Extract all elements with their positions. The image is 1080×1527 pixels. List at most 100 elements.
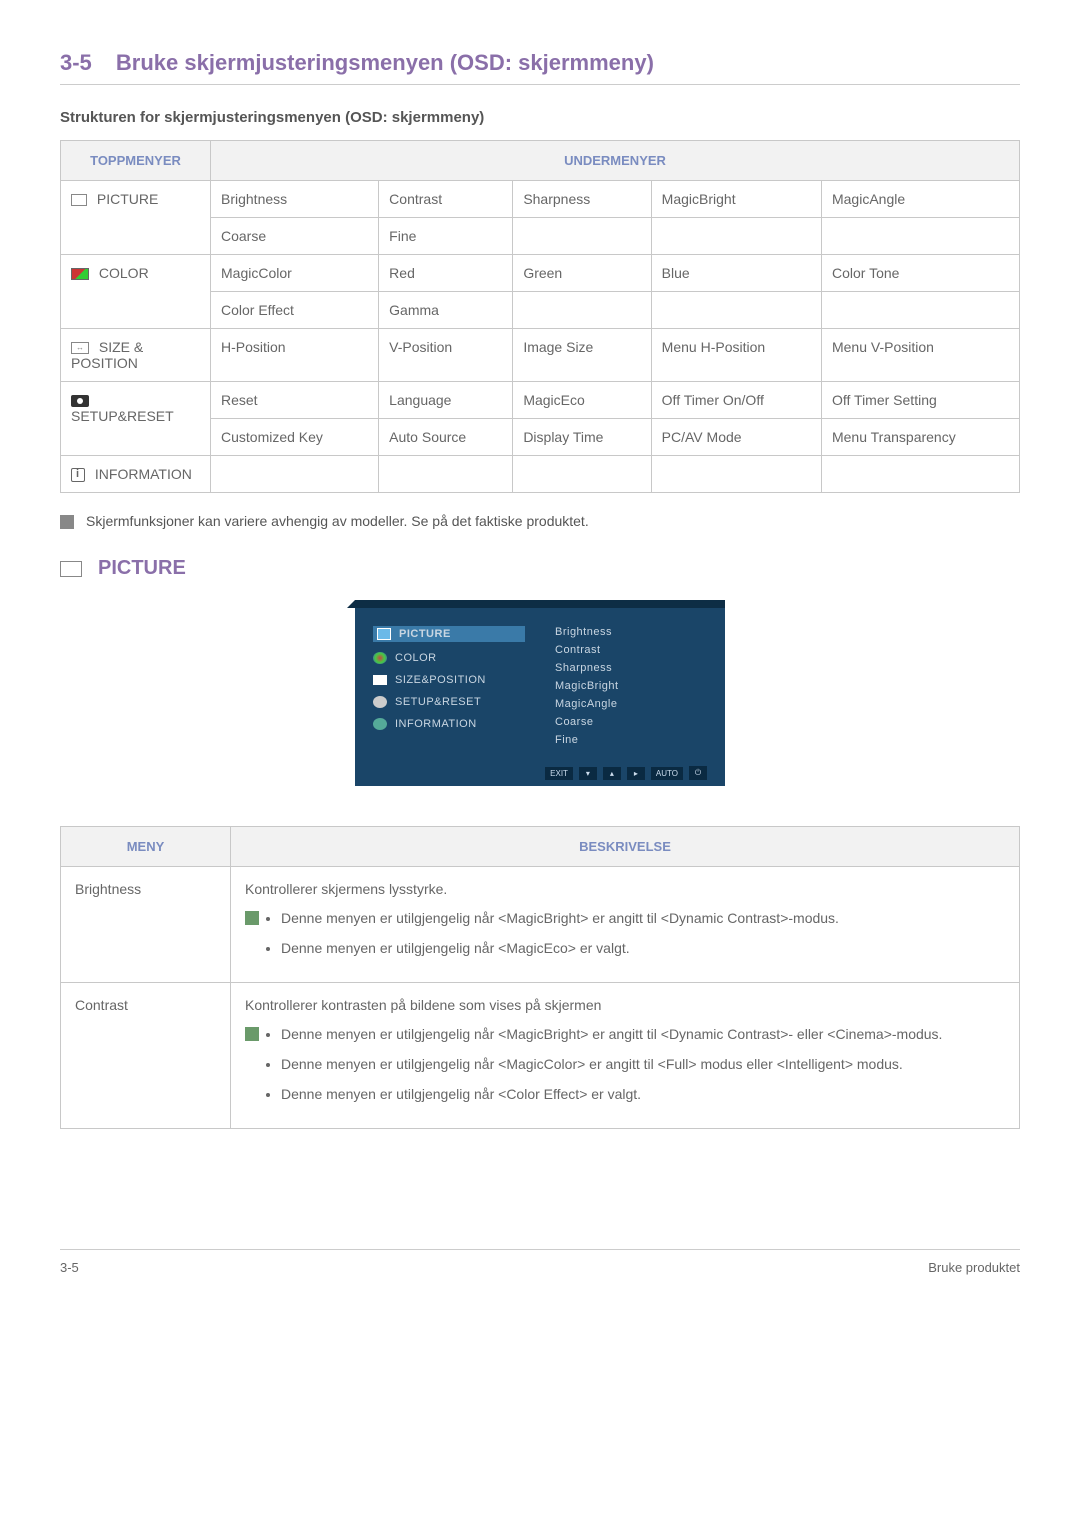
desc-name: Contrast [61, 983, 231, 1129]
osd-sub: Contrast [555, 644, 707, 656]
section-title: Bruke skjermjusteringsmenyen (OSD: skjer… [116, 50, 654, 75]
note-icon [245, 1027, 259, 1041]
sub-cell [821, 456, 1019, 493]
sub-cell: V-Position [379, 329, 513, 382]
topmenu-color-label: COLOR [99, 265, 149, 281]
sub-cell [513, 292, 651, 329]
sub-cell: Coarse [211, 218, 379, 255]
sub-cell: Sharpness [513, 181, 651, 218]
topmenu-info: INFORMATION [61, 456, 211, 493]
th-submenus: UNDERMENYER [211, 141, 1020, 181]
topmenu-setup: SETUP&RESET [61, 382, 211, 456]
osd-sub: Brightness [555, 626, 707, 638]
osd-color-icon [373, 652, 387, 664]
osd-item-size: SIZE&POSITION [373, 674, 525, 686]
desc-bullets: Denne menyen er utilgjengelig når <Magic… [281, 909, 839, 968]
heading-rule [60, 84, 1020, 85]
sub-cell: Image Size [513, 329, 651, 382]
sub-cell: Menu H-Position [651, 329, 821, 382]
desc-intro: Kontrollerer kontrasten på bildene som v… [245, 997, 1005, 1013]
sub-cell: Color Tone [821, 255, 1019, 292]
desc-bullet: Denne menyen er utilgjengelig når <Magic… [281, 1055, 942, 1075]
sub-cell: Contrast [379, 181, 513, 218]
osd-info-icon [373, 718, 387, 730]
th-meny: MENY [61, 827, 231, 867]
topmenu-picture-label: PICTURE [97, 191, 158, 207]
note-row: Skjermfunksjoner kan variere avhengig av… [60, 513, 1020, 529]
sub-cell: Auto Source [379, 419, 513, 456]
osd-sub: MagicBright [555, 680, 707, 692]
osd-picture-icon [377, 628, 391, 640]
desc-row-brightness: Brightness Kontrollerer skjermens lyssty… [61, 867, 1020, 983]
sub-cell: Reset [211, 382, 379, 419]
info-icon [71, 468, 85, 482]
sub-cell: Off Timer Setting [821, 382, 1019, 419]
section-number: 3-5 [60, 50, 92, 75]
sub-cell [821, 292, 1019, 329]
osd-btn-down: ▾ [579, 767, 597, 780]
sub-cell: MagicBright [651, 181, 821, 218]
osd-sub: MagicAngle [555, 698, 707, 710]
page-footer: 3-5 Bruke produktet [60, 1249, 1020, 1275]
desc-bullet: Denne menyen er utilgjengelig når <Magic… [281, 939, 839, 959]
sub-cell: MagicEco [513, 382, 651, 419]
osd-item-setup: SETUP&RESET [373, 696, 525, 708]
picture-section-heading: PICTURE [60, 557, 1020, 580]
osd-sub: Fine [555, 734, 707, 746]
picture-icon [60, 561, 82, 577]
section-heading: 3-5 Bruke skjermjusteringsmenyen (OSD: s… [60, 50, 1020, 76]
osd-size-icon [373, 675, 387, 685]
th-beskrivelse: BESKRIVELSE [231, 827, 1020, 867]
picture-section-title: PICTURE [98, 557, 186, 580]
osd-item-color: COLOR [373, 652, 525, 664]
sub-cell: Menu V-Position [821, 329, 1019, 382]
sub-cell [513, 218, 651, 255]
osd-left-menu: PICTURE COLOR SIZE&POSITION SETUP&RESET … [373, 626, 525, 752]
osd-button-bar: EXIT ▾ ▴ ▸ AUTO ⏻ [373, 766, 707, 780]
osd-btn-right: ▸ [627, 767, 645, 780]
desc-bullet: Denne menyen er utilgjengelig når <Magic… [281, 1025, 942, 1045]
setup-icon [71, 395, 89, 407]
sub-cell: Off Timer On/Off [651, 382, 821, 419]
osd-right-submenu: Brightness Contrast Sharpness MagicBrigh… [555, 626, 707, 752]
topmenu-color: COLOR [61, 255, 211, 329]
osd-item-info: INFORMATION [373, 718, 525, 730]
osd-screenshot: PICTURE COLOR SIZE&POSITION SETUP&RESET … [355, 600, 725, 786]
structure-subheading: Strukturen for skjermjusteringsmenyen (O… [60, 109, 1020, 126]
sub-cell: Color Effect [211, 292, 379, 329]
osd-item-picture: PICTURE [373, 626, 525, 642]
osd-sub: Coarse [555, 716, 707, 728]
sub-cell [379, 456, 513, 493]
picture-icon [71, 194, 87, 206]
topmenu-picture: PICTURE [61, 181, 211, 255]
desc-bullet: Denne menyen er utilgjengelig når <Magic… [281, 909, 839, 929]
menu-description-table: MENY BESKRIVELSE Brightness Kontrollerer… [60, 826, 1020, 1129]
th-topmenus: TOPPMENYER [61, 141, 211, 181]
sub-cell [651, 456, 821, 493]
sub-cell [513, 456, 651, 493]
sub-cell: PC/AV Mode [651, 419, 821, 456]
osd-btn-up: ▴ [603, 767, 621, 780]
sub-cell: Language [379, 382, 513, 419]
desc-bullets: Denne menyen er utilgjengelig når <Magic… [281, 1025, 942, 1114]
desc-intro: Kontrollerer skjermens lysstyrke. [245, 881, 1005, 897]
sub-cell: Green [513, 255, 651, 292]
desc-name: Brightness [61, 867, 231, 983]
note-icon [60, 515, 74, 529]
note-text: Skjermfunksjoner kan variere avhengig av… [86, 513, 589, 529]
sub-cell [211, 456, 379, 493]
sub-cell: Red [379, 255, 513, 292]
desc-note-block: Denne menyen er utilgjengelig når <Magic… [245, 1025, 1005, 1114]
sub-cell: H-Position [211, 329, 379, 382]
sub-cell: Brightness [211, 181, 379, 218]
osd-btn-exit: EXIT [545, 767, 573, 780]
desc-row-contrast: Contrast Kontrollerer kontrasten på bild… [61, 983, 1020, 1129]
desc-body: Kontrollerer skjermens lysstyrke. Denne … [231, 867, 1020, 983]
sub-cell [651, 292, 821, 329]
sub-cell [821, 218, 1019, 255]
menu-structure-table: TOPPMENYER UNDERMENYER PICTURE Brightnes… [60, 140, 1020, 493]
desc-note-block: Denne menyen er utilgjengelig når <Magic… [245, 909, 1005, 968]
osd-setup-icon [373, 696, 387, 708]
sub-cell: Display Time [513, 419, 651, 456]
footer-left: 3-5 [60, 1260, 79, 1275]
